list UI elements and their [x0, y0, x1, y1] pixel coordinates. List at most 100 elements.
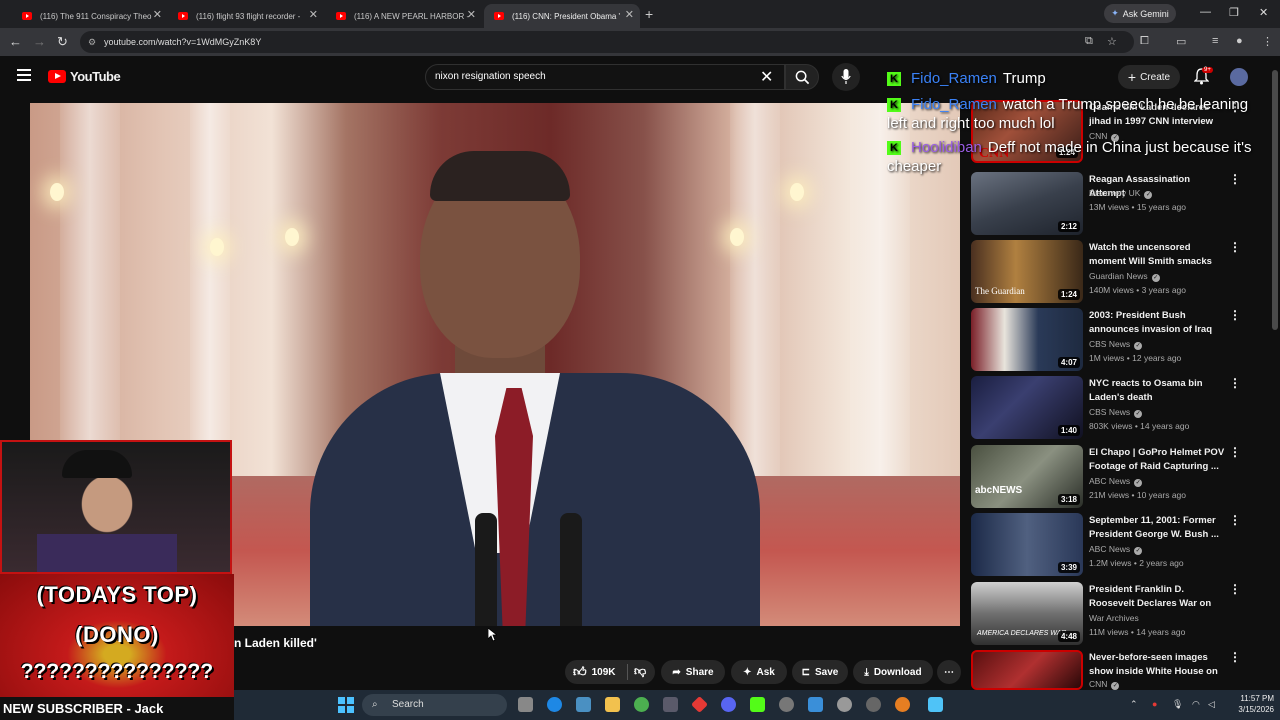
recommendation-item[interactable]: The Guardian 1:24 Watch the uncensored m…	[971, 240, 1267, 306]
close-window-icon[interactable]: ✕	[1259, 6, 1268, 19]
ask-button[interactable]: ✦ Ask	[731, 660, 787, 684]
ask-gemini-button[interactable]: ✦ Ask Gemini	[1104, 4, 1176, 23]
more-vert-icon[interactable]: ⋮	[1229, 650, 1241, 664]
app-icon[interactable]	[837, 697, 852, 712]
app-icon[interactable]	[895, 697, 910, 712]
windows-start-icon[interactable]	[338, 697, 354, 713]
video-thumbnail[interactable]: 2:12	[971, 172, 1083, 235]
wifi-icon[interactable]: ◠	[1192, 699, 1200, 710]
recommendation-title[interactable]: El Chapo | GoPro Helmet POV Footage of R…	[1089, 446, 1227, 473]
recommendation-item[interactable]: 1:40 NYC reacts to Osama bin Laden's dea…	[971, 376, 1267, 442]
recommendation-channel[interactable]: CNN ✓	[1089, 679, 1120, 690]
recommendation-title[interactable]: September 11, 2001: Former President Geo…	[1089, 514, 1227, 541]
tray-app-icon[interactable]: ●	[1152, 699, 1157, 709]
chrome-icon[interactable]	[634, 697, 649, 712]
more-vert-icon[interactable]: ⋮	[1229, 240, 1241, 254]
taskbar-clock[interactable]: 11:57 PM 3/15/2026	[1224, 693, 1274, 715]
recommendation-title[interactable]: Watch the uncensored moment Will Smith s…	[1089, 241, 1227, 269]
browser-tab[interactable]: (116) A NEW PEARL HARBOR - ✕	[326, 4, 482, 28]
recommendation-item[interactable]: abcNEWS 3:18 El Chapo | GoPro Helmet POV…	[971, 445, 1267, 511]
install-app-icon[interactable]: ⧉	[1085, 35, 1093, 48]
extensions-icon[interactable]: ⧠	[1140, 35, 1149, 48]
volume-icon[interactable]: ◁	[1208, 699, 1215, 710]
thumbs-down-icon[interactable]: 👎︎	[634, 664, 646, 679]
tab-close-icon[interactable]: ✕	[625, 8, 634, 21]
video-thumbnail[interactable]: 3:39	[971, 513, 1083, 576]
video-thumbnail[interactable]: 4:07	[971, 308, 1083, 371]
restore-icon[interactable]: ❐	[1229, 6, 1239, 19]
more-vert-icon[interactable]: ⋮	[1229, 376, 1241, 390]
search-input[interactable]: nixon resignation speech	[425, 64, 785, 90]
recommendation-channel[interactable]: ABC News ✓	[1089, 544, 1143, 555]
recommendation-title[interactable]: President Franklin D. Roosevelt Declares…	[1089, 583, 1227, 611]
app-icon[interactable]	[808, 697, 823, 712]
show-hidden-icons-icon[interactable]: ⌃	[1130, 699, 1138, 710]
tray-mic-icon[interactable]: 🎙︎	[1172, 699, 1183, 710]
edge-icon[interactable]	[547, 697, 562, 712]
recommendation-item[interactable]: 3:39 September 11, 2001: Former Presiden…	[971, 513, 1267, 579]
recommendation-item[interactable]: Never-before-seen images show inside Whi…	[971, 650, 1267, 690]
recommendation-channel[interactable]: War Archives	[1089, 613, 1139, 623]
video-thumbnail[interactable]	[971, 650, 1083, 690]
sidebar-scrollbar[interactable]	[1272, 70, 1278, 330]
recommendation-channel[interactable]: Guardian News ✓	[1089, 271, 1160, 282]
task-view-icon[interactable]	[518, 697, 533, 712]
profile-icon[interactable]: ●	[1236, 35, 1243, 47]
discord-icon[interactable]	[721, 697, 736, 712]
new-tab-icon[interactable]: +	[645, 6, 653, 22]
more-vert-icon[interactable]: ⋮	[1229, 445, 1241, 459]
browser-tab[interactable]: (116) flight 93 flight recorder - ✕	[168, 4, 324, 28]
notepad-icon[interactable]	[928, 697, 943, 712]
store-icon[interactable]	[663, 697, 678, 712]
recommendation-item[interactable]: AMERICA DECLARES WAR 4:48 President Fran…	[971, 582, 1267, 648]
video-thumbnail[interactable]: 1:40	[971, 376, 1083, 439]
video-thumbnail[interactable]: The Guardian 1:24	[971, 240, 1083, 303]
steam-icon[interactable]	[576, 697, 591, 712]
cast-icon[interactable]: ▭	[1176, 35, 1186, 48]
save-button[interactable]: ⊏ Save	[792, 660, 848, 684]
bookmark-star-icon[interactable]: ☆	[1107, 35, 1117, 48]
download-button[interactable]: ⤓ Download	[853, 660, 933, 684]
youtube-logo[interactable]: YouTube	[48, 69, 121, 84]
tab-close-icon[interactable]: ✕	[467, 8, 476, 21]
more-vert-icon[interactable]: ⋮	[1229, 513, 1241, 527]
taskbar-search-input[interactable]: ⌕ Search	[362, 694, 507, 716]
voice-search-button[interactable]	[832, 63, 860, 91]
tab-close-icon[interactable]: ✕	[309, 8, 318, 21]
browser-tab-active[interactable]: (116) CNN: President Obama ' ✕	[484, 4, 640, 28]
recommendation-item[interactable]: 4:07 2003: President Bush announces inva…	[971, 308, 1267, 374]
app-icon[interactable]	[866, 697, 881, 712]
recommendation-title[interactable]: 2003: President Bush announces invasion …	[1089, 309, 1227, 336]
app-icon[interactable]	[691, 696, 708, 713]
back-icon[interactable]: ←	[9, 34, 22, 49]
recommendation-channel[interactable]: ABC News ✓	[1089, 476, 1143, 487]
file-explorer-icon[interactable]	[605, 697, 620, 712]
recommendation-channel[interactable]: CBS News ✓	[1089, 339, 1143, 350]
more-vert-icon[interactable]: ⋮	[1229, 582, 1241, 596]
recommendation-channel[interactable]: CBS News ✓	[1089, 407, 1143, 418]
like-button[interactable]: 👍︎ 109K 👎︎	[565, 660, 655, 684]
address-bar[interactable]: ⚙ youtube.com/watch?v=1WdMGyZnK8Y	[80, 31, 1134, 53]
site-info-icon[interactable]: ⚙	[88, 31, 96, 53]
video-thumbnail[interactable]: abcNEWS 3:18	[971, 445, 1083, 508]
clear-search-icon[interactable]: ✕	[760, 67, 773, 87]
video-thumbnail[interactable]: AMERICA DECLARES WAR 4:48	[971, 582, 1083, 645]
share-button[interactable]: ➦ Share	[661, 660, 725, 684]
recommendation-item[interactable]: 2:12 Reagan Assassination Attempt Discov…	[971, 172, 1267, 238]
more-actions-button[interactable]: ⋯	[937, 660, 961, 684]
obs-icon[interactable]	[779, 697, 794, 712]
more-vert-icon[interactable]: ⋮	[1229, 308, 1241, 322]
kick-icon[interactable]	[750, 697, 765, 712]
forward-icon[interactable]: →	[33, 34, 46, 49]
minimize-icon[interactable]: —	[1200, 6, 1211, 18]
menu-icon[interactable]	[17, 69, 31, 81]
media-controls-icon[interactable]: ≡	[1212, 35, 1218, 47]
reload-icon[interactable]: ↻	[57, 34, 68, 50]
browser-menu-icon[interactable]: ⋮	[1262, 35, 1273, 48]
recommendation-channel[interactable]: Discovery UK ✓	[1089, 188, 1153, 199]
recommendation-title[interactable]: Never-before-seen images show inside Whi…	[1089, 651, 1227, 679]
search-button[interactable]	[785, 64, 819, 90]
recommendation-title[interactable]: NYC reacts to Osama bin Laden's death	[1089, 377, 1227, 404]
tab-close-icon[interactable]: ✕	[153, 8, 162, 21]
browser-tab[interactable]: (116) The 911 Conspiracy Theo ✕	[12, 4, 168, 28]
